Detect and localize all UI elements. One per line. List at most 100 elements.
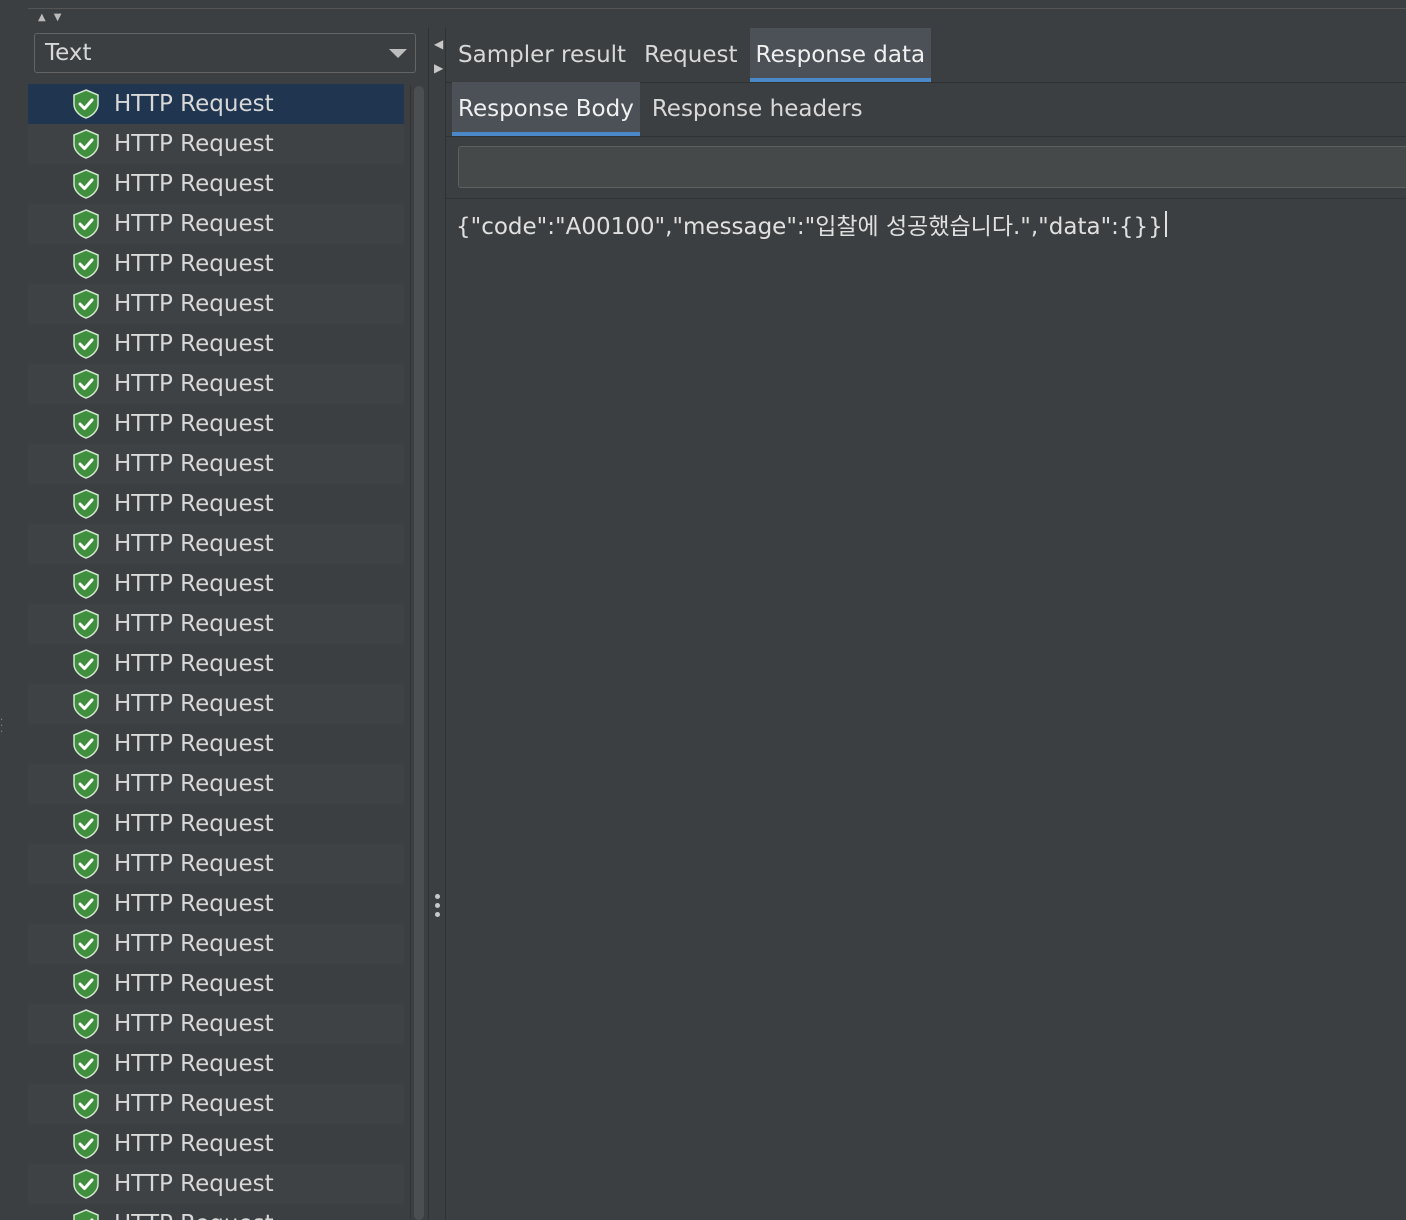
result-row-label: HTTP Request (114, 291, 274, 317)
result-row-label: HTTP Request (114, 1051, 274, 1077)
response-search-input[interactable] (458, 146, 1406, 188)
subtab-response-body[interactable]: Response Body (452, 82, 640, 136)
result-row[interactable]: HTTP Request (28, 124, 404, 164)
check-shield-icon (72, 1049, 100, 1079)
arrow-down-icon[interactable]: ▼ (54, 12, 62, 24)
result-row-label: HTTP Request (114, 411, 274, 437)
check-shield-icon (72, 1169, 100, 1199)
tab-response-data[interactable]: Response data (749, 28, 932, 82)
check-shield-icon (72, 729, 100, 759)
expand-right-icon[interactable]: ▶ (434, 62, 443, 74)
result-detail-panel: Sampler result Request Response data Respo… (446, 28, 1406, 1220)
renderer-select[interactable]: Text (34, 33, 416, 73)
result-row[interactable]: HTTP Request (28, 684, 404, 724)
content-divider (446, 198, 1406, 199)
text-cursor (1164, 211, 1167, 237)
result-row-label: HTTP Request (114, 331, 274, 357)
check-shield-icon (72, 689, 100, 719)
result-row[interactable]: HTTP Request (28, 644, 404, 684)
result-row-label: HTTP Request (114, 611, 274, 637)
result-row[interactable]: HTTP Request (28, 84, 404, 124)
check-shield-icon (72, 449, 100, 479)
result-row-label: HTTP Request (114, 691, 274, 717)
grip-dots-icon[interactable]: · · · (0, 716, 3, 738)
result-row[interactable]: HTTP Request (28, 244, 404, 284)
check-shield-icon (72, 769, 100, 799)
result-row[interactable]: HTTP Request (28, 204, 404, 244)
result-row-label: HTTP Request (114, 971, 274, 997)
panel-splitter[interactable]: ◀ ▶ (428, 28, 446, 1220)
sort-arrows[interactable]: ▲ ▼ (38, 12, 61, 24)
result-row-label: HTTP Request (114, 131, 274, 157)
result-row[interactable]: HTTP Request (28, 364, 404, 404)
result-row[interactable]: HTTP Request (28, 724, 404, 764)
result-row[interactable]: HTTP Request (28, 1164, 404, 1204)
check-shield-icon (72, 169, 100, 199)
check-shield-icon (72, 849, 100, 879)
result-row[interactable]: HTTP Request (28, 884, 404, 924)
result-row[interactable]: HTTP Request (28, 804, 404, 844)
check-shield-icon (72, 809, 100, 839)
result-row[interactable]: HTTP Request (28, 924, 404, 964)
check-shield-icon (72, 249, 100, 279)
result-row[interactable]: HTTP Request (28, 564, 404, 604)
check-shield-icon (72, 489, 100, 519)
chevron-down-icon[interactable] (389, 48, 407, 58)
result-row[interactable]: HTTP Request (28, 844, 404, 884)
result-row[interactable]: HTTP Request (28, 964, 404, 1004)
result-row-label: HTTP Request (114, 451, 274, 477)
tab-request[interactable]: Request (638, 28, 743, 82)
result-row-label: HTTP Request (114, 1091, 274, 1117)
result-row-label: HTTP Request (114, 171, 274, 197)
result-row-label: HTTP Request (114, 251, 274, 277)
check-shield-icon (72, 529, 100, 559)
result-row[interactable]: HTTP Request (28, 1084, 404, 1124)
result-row-label: HTTP Request (114, 931, 274, 957)
check-shield-icon (72, 609, 100, 639)
result-row-label: HTTP Request (114, 811, 274, 837)
check-shield-icon (72, 929, 100, 959)
scrollbar-thumb[interactable] (414, 86, 424, 1220)
result-row[interactable]: HTTP Request (28, 604, 404, 644)
result-row[interactable]: HTTP Request (28, 484, 404, 524)
check-shield-icon (72, 209, 100, 239)
response-body-text[interactable]: {"code":"A00100","message":"입찰에 성공했습니다."… (456, 208, 1167, 240)
check-shield-icon (72, 1009, 100, 1039)
subtab-response-headers[interactable]: Response headers (646, 82, 869, 136)
result-row[interactable]: HTTP Request (28, 404, 404, 444)
result-row-label: HTTP Request (114, 651, 274, 677)
result-row-label: HTTP Request (114, 1171, 274, 1197)
result-row-label: HTTP Request (114, 531, 274, 557)
result-row[interactable]: HTTP Request (28, 1204, 404, 1220)
check-shield-icon (72, 1209, 100, 1220)
check-shield-icon (72, 89, 100, 119)
result-row-label: HTTP Request (114, 1131, 274, 1157)
check-shield-icon (72, 889, 100, 919)
check-shield-icon (72, 569, 100, 599)
result-row-label: HTTP Request (114, 1011, 274, 1037)
result-row[interactable]: HTTP Request (28, 284, 404, 324)
result-row-label: HTTP Request (114, 771, 274, 797)
arrow-up-icon[interactable]: ▲ (38, 12, 46, 24)
results-scrollbar[interactable] (410, 86, 425, 1220)
result-row[interactable]: HTTP Request (28, 164, 404, 204)
splitter-grip-icon[interactable] (435, 894, 440, 917)
result-row[interactable]: HTTP Request (28, 764, 404, 804)
result-row-label: HTTP Request (114, 571, 274, 597)
result-row[interactable]: HTTP Request (28, 324, 404, 364)
sub-tabs: Response Body Response headers (446, 82, 1406, 137)
result-row-label: HTTP Request (114, 91, 274, 117)
collapse-left-icon[interactable]: ◀ (434, 38, 443, 50)
check-shield-icon (72, 369, 100, 399)
result-row[interactable]: HTTP Request (28, 1124, 404, 1164)
result-row-label: HTTP Request (114, 491, 274, 517)
toolbar-divider (28, 8, 1406, 9)
check-shield-icon (72, 409, 100, 439)
results-tree[interactable]: HTTP Request HTTP Request HTTP Request HTTP… (28, 84, 404, 1220)
result-row[interactable]: HTTP Request (28, 1044, 404, 1084)
result-row[interactable]: HTTP Request (28, 1004, 404, 1044)
result-row[interactable]: HTTP Request (28, 444, 404, 484)
result-row-label: HTTP Request (114, 731, 274, 757)
result-row[interactable]: HTTP Request (28, 524, 404, 564)
tab-sampler-result[interactable]: Sampler result (452, 28, 632, 82)
